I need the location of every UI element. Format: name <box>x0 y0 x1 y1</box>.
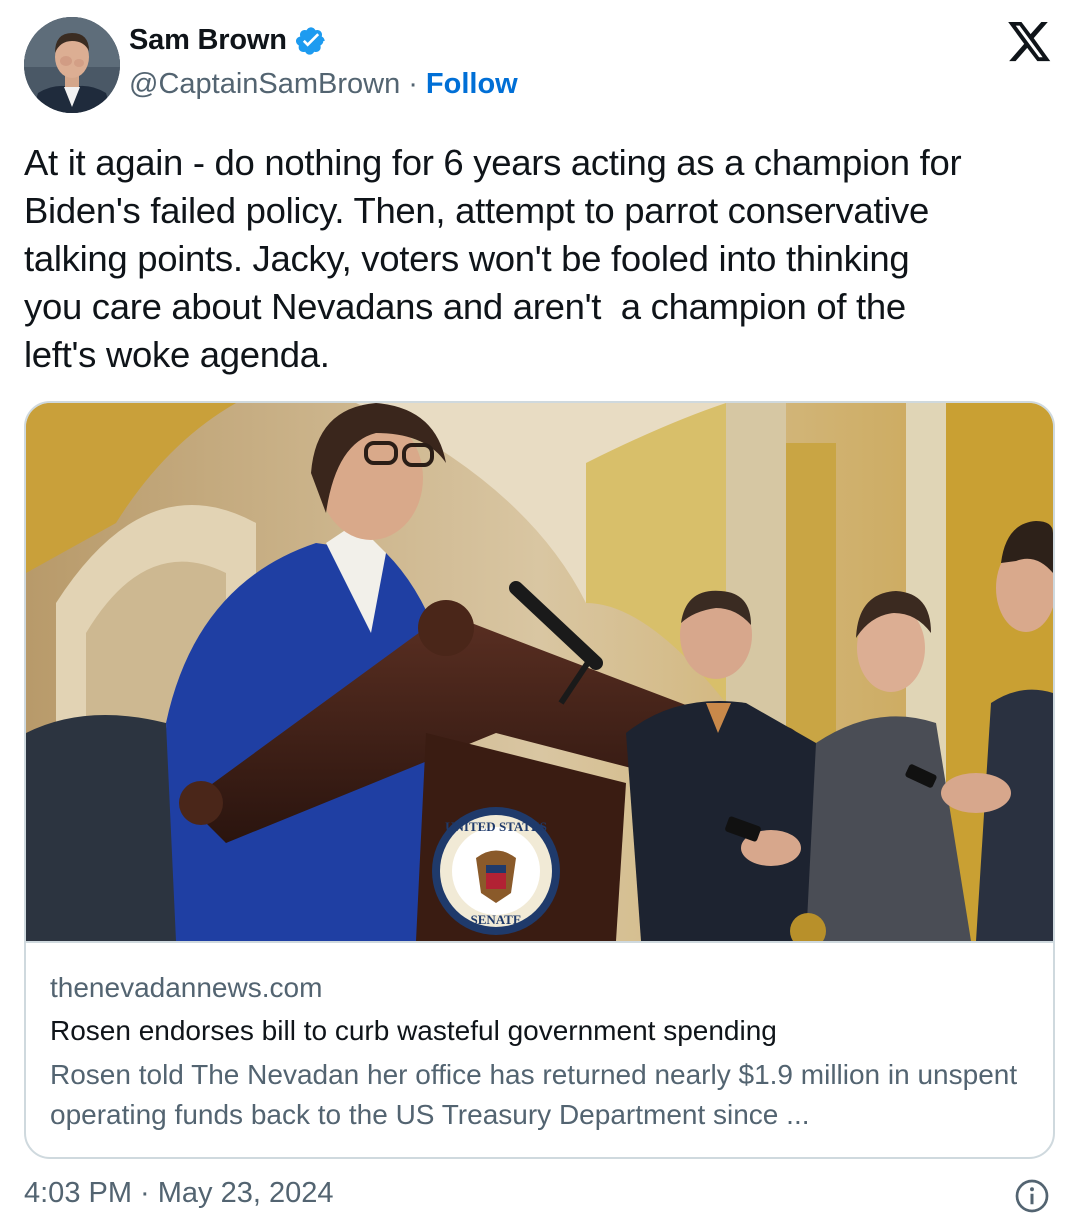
card-domain: thenevadannews.com <box>50 972 323 1003</box>
verified-badge-icon <box>295 25 327 57</box>
author-name-row: Sam Brown <box>129 24 327 57</box>
tweet-timestamp[interactable]: 4:03 PM · May 23, 2024 <box>24 1177 334 1210</box>
author-handle-row: @CaptainSamBrown · Follow <box>129 68 518 101</box>
tweet-text: At it again - do nothing for 6 years act… <box>24 142 962 375</box>
link-preview-card[interactable]: UNITED STATES SENATE thenevadannews.com … <box>24 401 1055 1159</box>
seal-text-top: UNITED STATES <box>445 819 547 834</box>
card-image[interactable]: UNITED STATES SENATE <box>26 403 1053 943</box>
avatar[interactable] <box>24 17 120 113</box>
card-description: Rosen told The Nevadan her office has re… <box>50 1059 1018 1130</box>
author-display-name[interactable]: Sam Brown <box>129 24 287 57</box>
seal-text-bottom: SENATE <box>470 912 521 927</box>
author-handle[interactable]: @CaptainSamBrown <box>129 68 400 101</box>
tweet-embed: Sam Brown @CaptainSamBrown · Follow At i… <box>0 0 1080 1226</box>
handle-separator: · <box>408 68 418 100</box>
card-title: Rosen endorses bill to curb wasteful gov… <box>50 1015 777 1046</box>
info-icon[interactable] <box>1014 1178 1050 1214</box>
card-meta: thenevadannews.com Rosen endorses bill t… <box>50 971 1033 1135</box>
x-logo-icon[interactable] <box>1008 22 1052 62</box>
follow-button[interactable]: Follow <box>426 68 518 101</box>
